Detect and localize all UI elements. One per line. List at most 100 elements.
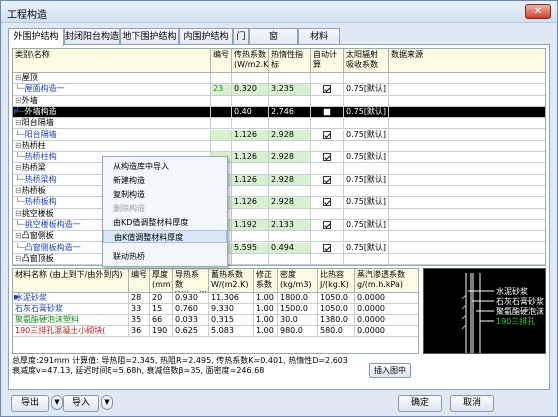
category-row[interactable]: ⊟屋顶 — [13, 73, 545, 85]
auto-calc-cell[interactable] — [311, 253, 344, 265]
auto-calc-checkbox[interactable] — [323, 175, 331, 184]
material-row[interactable]: 水泥砂浆 28 20 0.930 11.306 1.00 1800.0 1050.0 0.000… — [13, 293, 418, 304]
material-lambda-cell[interactable]: 0.625 — [173, 326, 209, 337]
material-code-cell[interactable]: 28 — [129, 293, 150, 304]
title-bar[interactable]: 工程构造 ✕ — [1, 1, 557, 23]
construction-row[interactable]: └─阳台隔墙 1.126 2.928 0.75[默认] — [13, 129, 545, 141]
material-lambda-cell[interactable]: 0.033 — [173, 315, 209, 326]
import-dropdown-arrow[interactable]: ▼ — [101, 395, 113, 410]
auto-calc-checkbox[interactable] — [323, 107, 331, 116]
menu-delete-construction[interactable]: 删除构造 — [103, 202, 227, 215]
construction-row[interactable]: └─屋面构造一 23 0.320 3.235 0.75[默认] — [13, 84, 545, 96]
construction-row[interactable]: └─外墙构造 0.40 2.746 0.75[默认] — [13, 106, 545, 119]
material-mu-cell[interactable]: 0.0000 — [355, 304, 418, 315]
auto-calc-cell[interactable] — [311, 186, 344, 198]
material-s-cell[interactable]: 9.330 — [209, 304, 254, 315]
category-row[interactable]: ⊟热桥柱 — [13, 140, 545, 153]
material-lambda-cell[interactable]: 0.930 — [173, 293, 209, 304]
category-row[interactable]: ⊟热桥板 — [13, 186, 545, 198]
material-rho-cell[interactable]: 1500.0 — [278, 304, 318, 315]
material-code-cell[interactable]: 33 — [129, 304, 150, 315]
auto-calc-checkbox[interactable] — [323, 220, 331, 229]
material-c-cell[interactable]: 1050.0 — [318, 293, 355, 304]
ok-button[interactable]: 确定 — [398, 395, 442, 412]
export-button[interactable]: 导出 — [11, 395, 49, 412]
auto-calc-checkbox[interactable] — [323, 243, 331, 252]
tree-toggle-icon[interactable]: ⊟ — [15, 254, 22, 263]
category-row[interactable]: ⊟挑空楼板 — [13, 208, 545, 220]
tab-materials[interactable]: 材料 — [298, 28, 340, 45]
auto-calc-cell[interactable] — [311, 197, 344, 209]
auto-calc-cell[interactable] — [311, 73, 344, 85]
insert-into-figure-button[interactable]: 插入图中 — [369, 363, 411, 378]
tab-window[interactable]: 窗 — [249, 28, 298, 45]
material-mu-cell[interactable]: 0.0000 — [355, 315, 418, 326]
tab-exterior-envelope[interactable]: 外围护结构 — [8, 28, 64, 46]
auto-calc-cell[interactable] — [311, 152, 344, 164]
construction-grid[interactable]: 类别\名称 编号 传热系数 (W/m2.K) 热惰性指标 自动计算 太阳辐射 吸… — [12, 48, 546, 266]
material-thick-cell[interactable]: 15 — [150, 304, 173, 315]
material-rho-cell[interactable]: 30.0 — [278, 315, 318, 326]
construction-row[interactable]: └─凸窗侧板构造一425.5950.4940.75[默认] — [13, 242, 545, 254]
close-button[interactable]: ✕ — [525, 4, 551, 19]
tab-underground-envelope[interactable]: 地下围护结构 — [120, 28, 179, 45]
tab-enclosed-balcony[interactable]: 封闭阳台构造 — [64, 28, 120, 45]
material-thick-cell[interactable]: 190 — [150, 326, 173, 337]
menu-adjust-by-k[interactable]: 由K值调整材料厚度 — [103, 230, 227, 243]
material-mu-cell[interactable]: 0.0000 — [355, 293, 418, 304]
material-rho-cell[interactable]: 980.0 — [278, 326, 318, 337]
tree-toggle-icon[interactable]: ⊟ — [15, 209, 22, 218]
tree-toggle-icon[interactable]: ⊟ — [15, 163, 22, 172]
auto-calc-checkbox[interactable] — [323, 85, 331, 94]
material-s-cell[interactable]: 0.315 — [209, 315, 254, 326]
auto-calc-cell[interactable] — [311, 95, 344, 107]
material-c-cell[interactable]: 1050.0 — [318, 304, 355, 315]
tree-toggle-icon[interactable]: ⊟ — [15, 231, 22, 240]
material-name-cell[interactable]: 190三排孔混凝土小砌块( — [13, 326, 129, 337]
auto-calc-cell[interactable] — [311, 140, 344, 153]
material-mu-cell[interactable]: 0.0000 — [355, 326, 418, 337]
menu-copy-construction[interactable]: 复制构造 — [103, 188, 227, 201]
category-row[interactable]: ⊟凸窗侧板 — [13, 231, 545, 243]
material-a-cell[interactable]: 1.00 — [254, 293, 278, 304]
construction-row[interactable]: └─热桥柱构 1.126 2.928 0.75[默认] — [13, 152, 545, 164]
category-row[interactable]: ⊟凸窗顶板 — [13, 253, 545, 265]
auto-calc-cell[interactable] — [311, 118, 344, 130]
auto-calc-cell[interactable] — [311, 84, 344, 96]
material-name-cell[interactable]: 聚氨酯硬泡沫塑料 — [13, 315, 129, 326]
material-code-cell[interactable]: 36 — [129, 326, 150, 337]
material-layer-grid[interactable]: 材料名称 (由上到下/由外到内) 编号 厚度 (mm) 导热系数 W/(m.K)… — [12, 268, 419, 354]
material-c-cell[interactable]: 1380.0 — [318, 315, 355, 326]
export-dropdown-arrow[interactable]: ▼ — [51, 395, 63, 410]
category-row[interactable]: ⊟热桥梁 — [13, 163, 545, 175]
construction-row[interactable]: └─热桥板构 1.126 2.928 0.75[默认] — [13, 197, 545, 209]
category-row[interactable]: ⊟外墙 — [13, 95, 545, 107]
construction-row[interactable]: └─热桥梁构 1.126 2.928 0.75[默认] — [13, 174, 545, 186]
auto-calc-checkbox[interactable] — [323, 153, 331, 162]
material-thick-cell[interactable]: 66 — [150, 315, 173, 326]
import-button[interactable]: 导入 — [63, 395, 99, 412]
material-lambda-cell[interactable]: 0.760 — [173, 304, 209, 315]
material-c-cell[interactable]: 580.0 — [318, 326, 355, 337]
material-s-cell[interactable]: 11.306 — [209, 293, 254, 304]
tree-toggle-icon[interactable]: ⊟ — [15, 186, 22, 195]
menu-adjust-by-kd[interactable]: 由KD值调整材料厚度 — [103, 216, 227, 229]
material-a-cell[interactable]: 1.00 — [254, 304, 278, 315]
category-row[interactable]: ⊟阳台隔墙 — [13, 118, 545, 130]
menu-import-from-library[interactable]: 从构造库中导入 — [103, 160, 227, 173]
material-a-cell[interactable]: 1.00 — [254, 326, 278, 337]
tab-door[interactable]: 门 — [233, 28, 249, 45]
auto-calc-cell[interactable] — [311, 219, 344, 232]
auto-calc-cell[interactable] — [311, 129, 344, 141]
material-row[interactable]: 聚氨酯硬泡沫塑料 35 66 0.033 0.315 1.00 30.0 1380.0 0.00… — [13, 315, 418, 326]
material-s-cell[interactable]: 5.083 — [209, 326, 254, 337]
material-thick-cell[interactable]: 20 — [150, 293, 173, 304]
tree-toggle-icon[interactable]: ⊟ — [15, 141, 22, 150]
material-name-cell[interactable]: 石灰石膏砂浆 — [13, 304, 129, 315]
auto-calc-cell[interactable] — [311, 174, 344, 186]
material-rho-cell[interactable]: 1800.0 — [278, 293, 318, 304]
auto-calc-cell[interactable] — [311, 163, 344, 175]
auto-calc-cell[interactable] — [311, 242, 344, 254]
menu-new-construction[interactable]: 新建构造 — [103, 174, 227, 187]
auto-calc-cell[interactable] — [311, 106, 344, 119]
